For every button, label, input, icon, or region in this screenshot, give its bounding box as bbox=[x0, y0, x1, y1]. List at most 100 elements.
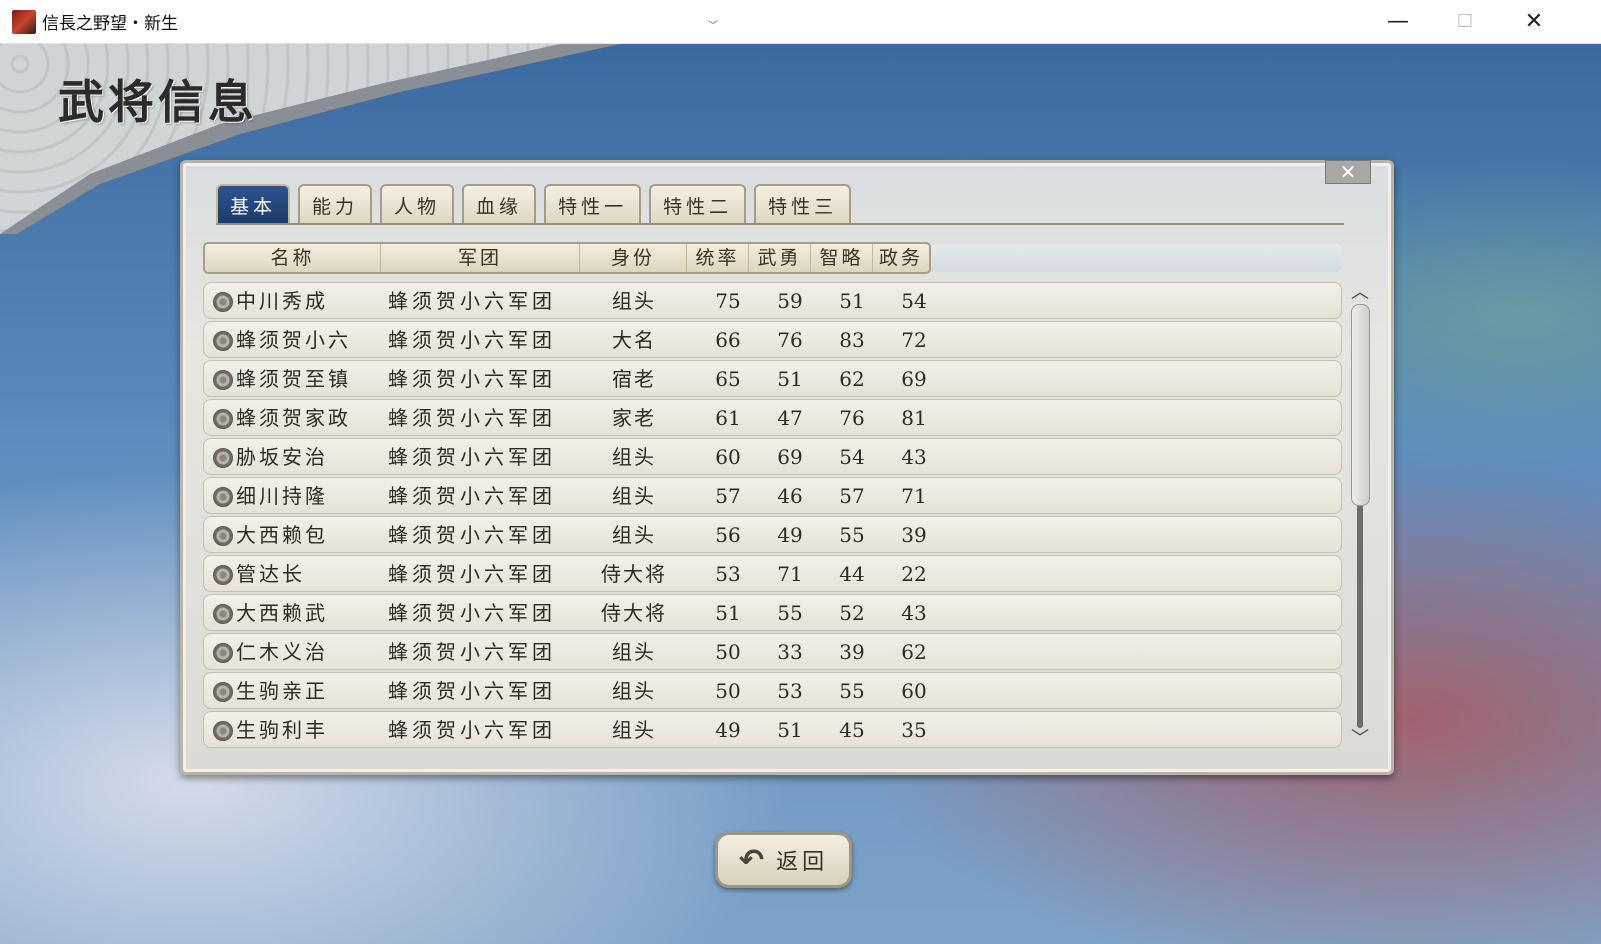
clan-crest-icon bbox=[213, 487, 233, 507]
stat-valor: 55 bbox=[777, 601, 803, 625]
officer-rank: 组头 bbox=[612, 445, 656, 469]
officer-corps: 蜂须贺小六军团 bbox=[388, 406, 556, 430]
stat-valor: 69 bbox=[777, 445, 803, 469]
officer-rank: 侍大将 bbox=[601, 562, 667, 586]
tab-basic[interactable]: 基本 bbox=[216, 184, 291, 224]
column-header-intellect[interactable]: 智略 bbox=[811, 244, 873, 272]
officer-corps: 蜂须贺小六军团 bbox=[388, 640, 556, 664]
window-titlebar: 信長之野望・新生 — ☐ ✕ bbox=[0, 0, 1601, 44]
table-row[interactable]: 蜂须贺至镇 蜂须贺小六军团 宿老 65 51 62 69 bbox=[203, 360, 1342, 397]
officer-name: 蜂须贺小六 bbox=[236, 328, 351, 352]
scroll-down-arrow-icon[interactable]: ﹀ bbox=[1349, 730, 1371, 748]
officer-corps: 蜂须贺小六军团 bbox=[388, 601, 556, 625]
table-row[interactable]: 中川秀成 蜂须贺小六军团 组头 75 59 51 54 bbox=[203, 282, 1342, 319]
scrollbar-thumb[interactable] bbox=[1351, 304, 1370, 506]
minimize-button[interactable]: — bbox=[1364, 0, 1432, 43]
column-header-rank[interactable]: 身份 bbox=[580, 244, 687, 272]
clan-crest-icon bbox=[213, 721, 233, 741]
stat-intellect: 55 bbox=[839, 679, 865, 703]
clan-crest-icon bbox=[213, 526, 233, 546]
stat-intellect: 76 bbox=[839, 406, 865, 430]
scroll-up-arrow-icon[interactable]: ︿ bbox=[1349, 284, 1371, 302]
stat-intellect: 55 bbox=[839, 523, 865, 547]
table-row[interactable]: 仁木义治 蜂须贺小六军团 组头 50 33 39 62 bbox=[203, 633, 1342, 670]
table-row[interactable]: 大西赖武 蜂须贺小六军团 侍大将 51 55 52 43 bbox=[203, 594, 1342, 631]
table-row[interactable]: 生驹利丰 蜂须贺小六军团 组头 49 51 45 35 bbox=[203, 711, 1342, 748]
officer-corps: 蜂须贺小六军团 bbox=[388, 328, 556, 352]
stat-intellect: 51 bbox=[839, 289, 865, 313]
stat-intellect: 45 bbox=[839, 718, 865, 742]
table-row[interactable]: 管达长 蜂须贺小六军团 侍大将 53 71 44 22 bbox=[203, 555, 1342, 592]
panel-close-button[interactable]: ✕ bbox=[1325, 160, 1371, 184]
officer-name: 中川秀成 bbox=[236, 289, 328, 313]
maximize-button[interactable]: ☐ bbox=[1431, 0, 1499, 43]
officer-rank: 组头 bbox=[612, 679, 656, 703]
officer-name: 生驹利丰 bbox=[236, 718, 328, 742]
stat-politics: 35 bbox=[901, 718, 927, 742]
stat-intellect: 44 bbox=[839, 562, 865, 586]
stat-politics: 43 bbox=[901, 601, 927, 625]
officer-rank: 宿老 bbox=[612, 367, 656, 391]
stat-politics: 72 bbox=[901, 328, 927, 352]
stat-politics: 43 bbox=[901, 445, 927, 469]
column-header-corps[interactable]: 军团 bbox=[381, 244, 580, 272]
stat-politics: 71 bbox=[901, 484, 927, 508]
table-row[interactable]: 大西赖包 蜂须贺小六军团 组头 56 49 55 39 bbox=[203, 516, 1342, 553]
clan-crest-icon bbox=[213, 370, 233, 390]
stat-valor: 51 bbox=[777, 367, 803, 391]
clan-crest-icon bbox=[213, 643, 233, 663]
app-icon bbox=[12, 9, 36, 34]
officer-list: 中川秀成 蜂须贺小六军团 组头 75 59 51 54 蜂须贺小六 蜂须贺小六军… bbox=[203, 282, 1342, 750]
clan-crest-icon bbox=[213, 331, 233, 351]
column-header-leadership[interactable]: 统率 bbox=[687, 244, 749, 272]
officer-corps: 蜂须贺小六军团 bbox=[388, 523, 556, 547]
window-title: 信長之野望・新生 bbox=[42, 14, 178, 34]
officer-corps: 蜂须贺小六军团 bbox=[388, 562, 556, 586]
stat-valor: 53 bbox=[777, 679, 803, 703]
table-row[interactable]: 蜂须贺小六 蜂须贺小六军团 大名 66 76 83 72 bbox=[203, 321, 1342, 358]
stat-valor: 76 bbox=[777, 328, 803, 352]
stat-valor: 71 bbox=[777, 562, 803, 586]
stat-leadership: 50 bbox=[715, 640, 741, 664]
back-button[interactable]: ↶ 返回 bbox=[715, 832, 852, 888]
close-window-button[interactable]: ✕ bbox=[1500, 0, 1568, 43]
clan-crest-icon bbox=[213, 682, 233, 702]
stat-politics: 69 bbox=[901, 367, 927, 391]
tab-trait-3[interactable]: 特性三 bbox=[754, 184, 852, 224]
tab-person[interactable]: 人物 bbox=[380, 184, 455, 224]
column-header-valor[interactable]: 武勇 bbox=[749, 244, 811, 272]
officer-name: 大西赖包 bbox=[236, 523, 328, 547]
header-extension bbox=[931, 244, 1342, 272]
tab-lineage[interactable]: 血缘 bbox=[462, 184, 537, 224]
stat-leadership: 65 bbox=[715, 367, 741, 391]
officer-corps: 蜂须贺小六军团 bbox=[388, 718, 556, 742]
officer-rank: 侍大将 bbox=[601, 601, 667, 625]
clan-crest-icon bbox=[213, 448, 233, 468]
column-header-name[interactable]: 名称 bbox=[205, 244, 381, 272]
column-header-politics[interactable]: 政务 bbox=[873, 244, 929, 272]
table-row[interactable]: 胁坂安治 蜂须贺小六军团 组头 60 69 54 43 bbox=[203, 438, 1342, 475]
clan-crest-icon bbox=[213, 565, 233, 585]
tab-bar: 基本 能力 人物 血缘 特性一 特性二 特性三 bbox=[216, 184, 852, 224]
tab-trait-2[interactable]: 特性二 bbox=[649, 184, 747, 224]
stat-leadership: 56 bbox=[715, 523, 741, 547]
officer-name: 生驹亲正 bbox=[236, 679, 328, 703]
stat-politics: 54 bbox=[901, 289, 927, 313]
officer-name: 蜂须贺家政 bbox=[236, 406, 351, 430]
table-row[interactable]: 生驹亲正 蜂须贺小六军团 组头 50 53 55 60 bbox=[203, 672, 1342, 709]
clan-crest-icon bbox=[213, 292, 233, 312]
table-row[interactable]: 细川持隆 蜂须贺小六军团 组头 57 46 57 71 bbox=[203, 477, 1342, 514]
officer-rank: 组头 bbox=[612, 718, 656, 742]
stat-intellect: 54 bbox=[839, 445, 865, 469]
back-button-label: 返回 bbox=[776, 850, 829, 875]
stat-leadership: 66 bbox=[715, 328, 741, 352]
table-row[interactable]: 蜂须贺家政 蜂须贺小六军团 家老 61 47 76 81 bbox=[203, 399, 1342, 436]
clan-crest-icon bbox=[213, 409, 233, 429]
tab-ability[interactable]: 能力 bbox=[298, 184, 373, 224]
officer-rank: 组头 bbox=[612, 484, 656, 508]
stat-leadership: 57 bbox=[715, 484, 741, 508]
officer-name: 细川持隆 bbox=[236, 484, 328, 508]
officer-corps: 蜂须贺小六军团 bbox=[388, 679, 556, 703]
stat-leadership: 61 bbox=[715, 406, 741, 430]
tab-trait-1[interactable]: 特性一 bbox=[544, 184, 642, 224]
